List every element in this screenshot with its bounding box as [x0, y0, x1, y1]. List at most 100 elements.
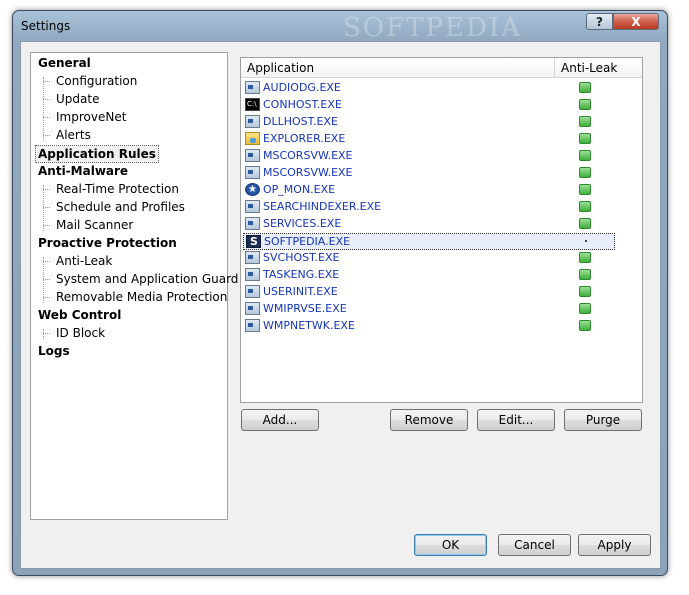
purge-button[interactable]: Purge [564, 409, 642, 431]
softpedia-icon [246, 235, 261, 248]
app-window-icon [245, 81, 260, 94]
tree-connector [43, 99, 50, 100]
table-row[interactable]: EXPLORER.EXE [243, 131, 613, 148]
tree-connector [43, 77, 44, 141]
anti-leak-status-icon[interactable] [579, 133, 591, 144]
star-icon [245, 183, 260, 196]
table-row[interactable]: SVCHOST.EXE [243, 250, 613, 267]
app-window-icon [245, 285, 260, 298]
anti-leak-status-icon[interactable] [579, 218, 591, 229]
app-window-icon [245, 268, 260, 281]
column-divider[interactable] [554, 58, 555, 77]
column-header-application[interactable]: Application [247, 61, 314, 75]
edit-button[interactable]: Edit... [477, 409, 555, 431]
anti-leak-unset-marker[interactable] [585, 240, 587, 242]
list-header: Application Anti-Leak [241, 58, 642, 78]
tree-item-anti-malware[interactable]: Anti-Malware [36, 163, 130, 179]
anti-leak-status-icon[interactable] [579, 167, 591, 178]
tree-item-id-block[interactable]: ID Block [54, 325, 107, 341]
column-header-anti-leak[interactable]: Anti-Leak [561, 61, 617, 75]
tree-connector [43, 135, 50, 136]
tree-connector [43, 297, 50, 298]
anti-leak-status-icon[interactable] [579, 252, 591, 263]
application-name: WMPNETWK.EXE [263, 319, 355, 332]
tree-connector [43, 207, 50, 208]
tree-item-configuration[interactable]: Configuration [54, 73, 139, 89]
tree-connector [43, 117, 50, 118]
table-row[interactable]: MSCORSVW.EXE [243, 148, 613, 165]
table-row[interactable]: OP_MON.EXE [243, 182, 613, 199]
tree-item-web-control[interactable]: Web Control [36, 307, 123, 323]
application-name: OP_MON.EXE [263, 183, 336, 196]
table-row[interactable]: MSCORSVW.EXE [243, 165, 613, 182]
tree-item-removable-media-protection[interactable]: Removable Media Protection [54, 289, 229, 305]
window-title: Settings [21, 19, 71, 33]
tree-item-real-time-protection[interactable]: Real-Time Protection [54, 181, 181, 197]
settings-tree[interactable]: General Configuration Update ImproveNet … [30, 52, 238, 520]
ok-button[interactable]: OK [414, 534, 487, 556]
tree-item-system-and-application-guard[interactable]: System and Application Guard [54, 271, 240, 287]
cancel-button[interactable]: Cancel [498, 534, 571, 556]
tree-connector [43, 333, 50, 334]
anti-leak-status-icon[interactable] [579, 150, 591, 161]
settings-window: Settings SOFTPEDIA ? X General Configura… [12, 10, 668, 576]
table-row[interactable]: AUDIODG.EXE [243, 80, 613, 97]
application-name: WMIPRVSE.EXE [263, 302, 347, 315]
application-name: SERVICES.EXE [263, 217, 342, 230]
tree-item-update[interactable]: Update [54, 91, 101, 107]
anti-leak-status-icon[interactable] [579, 320, 591, 331]
remove-button[interactable]: Remove [390, 409, 468, 431]
app-window-icon [245, 115, 260, 128]
tree-item-alerts[interactable]: Alerts [54, 127, 93, 143]
app-window-icon [245, 319, 260, 332]
tree-item-schedule-and-profiles[interactable]: Schedule and Profiles [54, 199, 187, 215]
table-row[interactable]: WMIPRVSE.EXE [243, 301, 613, 318]
anti-leak-status-icon[interactable] [579, 116, 591, 127]
tree-connector [43, 279, 50, 280]
table-row[interactable]: USERINIT.EXE [243, 284, 613, 301]
anti-leak-status-icon[interactable] [579, 201, 591, 212]
app-window-icon [245, 302, 260, 315]
application-name: SOFTPEDIA.EXE [264, 235, 351, 248]
app-window-icon [245, 149, 260, 162]
tree-connector [43, 329, 44, 339]
table-row[interactable]: WMPNETWK.EXE [243, 318, 613, 335]
application-name: MSCORSVW.EXE [263, 149, 353, 162]
app-window-icon [245, 251, 260, 264]
table-row[interactable]: SERVICES.EXE [243, 216, 613, 233]
tree-item-general[interactable]: General [36, 55, 93, 71]
anti-leak-status-icon[interactable] [579, 82, 591, 93]
close-button[interactable]: X [613, 13, 659, 30]
application-name: SVCHOST.EXE [263, 251, 340, 264]
tree-item-logs[interactable]: Logs [36, 343, 72, 359]
table-row[interactable]: CONHOST.EXE [243, 97, 613, 114]
apply-button[interactable]: Apply [578, 534, 651, 556]
table-row[interactable]: TASKENG.EXE [243, 267, 613, 284]
anti-leak-status-icon[interactable] [579, 99, 591, 110]
application-name: CONHOST.EXE [263, 98, 342, 111]
application-name: AUDIODG.EXE [263, 81, 341, 94]
application-name: DLLHOST.EXE [263, 115, 338, 128]
anti-leak-status-icon[interactable] [579, 286, 591, 297]
anti-leak-status-icon[interactable] [579, 184, 591, 195]
help-button[interactable]: ? [586, 13, 613, 30]
anti-leak-status-icon[interactable] [579, 269, 591, 280]
tree-item-application-rules[interactable]: Application Rules [35, 145, 159, 163]
tree-item-proactive-protection[interactable]: Proactive Protection [36, 235, 179, 251]
tree-item-anti-leak[interactable]: Anti-Leak [54, 253, 114, 269]
close-icon: X [631, 14, 641, 29]
table-row[interactable]: DLLHOST.EXE [243, 114, 613, 131]
tree-item-improvenet[interactable]: ImproveNet [54, 109, 128, 125]
dialog-body: General Configuration Update ImproveNet … [20, 41, 661, 569]
table-row[interactable]: SEARCHINDEXER.EXE [243, 199, 613, 216]
folder-icon [245, 132, 260, 145]
anti-leak-status-icon[interactable] [579, 303, 591, 314]
table-row-selected[interactable]: SOFTPEDIA.EXE [243, 233, 615, 250]
tree-connector [43, 225, 50, 226]
add-button[interactable]: Add... [241, 409, 319, 431]
application-list[interactable]: Application Anti-Leak AUDIODG.EXE CONHOS… [240, 57, 643, 403]
application-name: SEARCHINDEXER.EXE [263, 200, 382, 213]
application-name: TASKENG.EXE [263, 268, 340, 281]
application-name: USERINIT.EXE [263, 285, 338, 298]
tree-item-mail-scanner[interactable]: Mail Scanner [54, 217, 135, 233]
